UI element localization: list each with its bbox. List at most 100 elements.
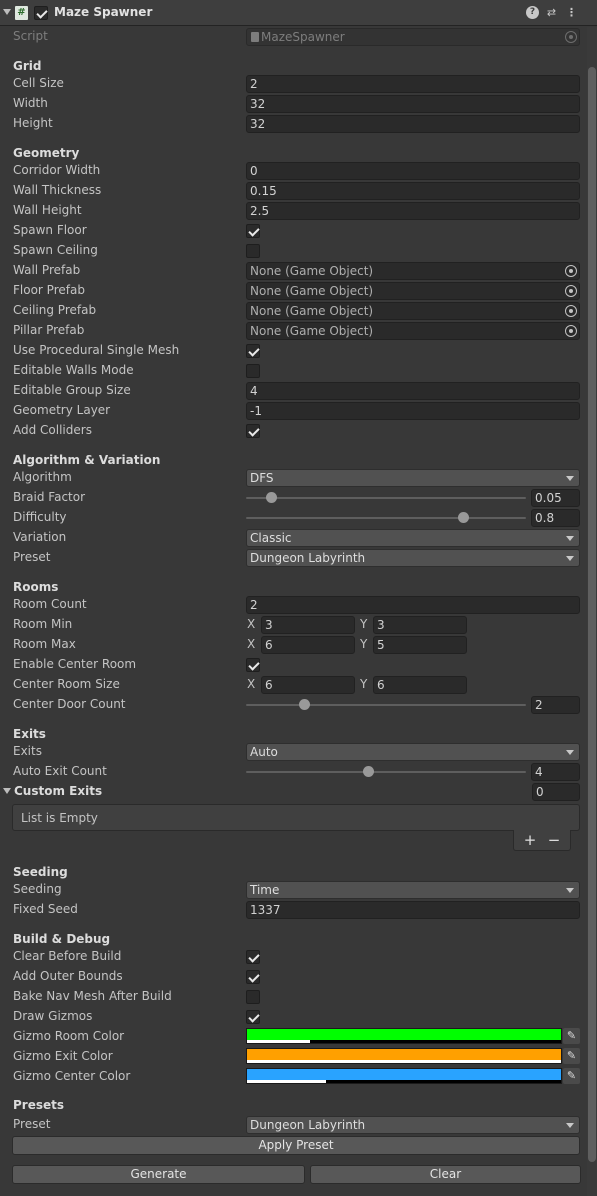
auto-exit-field[interactable]: 4	[531, 763, 580, 781]
room-count-field[interactable]: 2	[246, 596, 580, 614]
corridor-width-field[interactable]: 0	[246, 162, 580, 180]
presets-preset-dropdown[interactable]: Dungeon Labyrinth	[246, 1116, 580, 1134]
list-empty-text: List is Empty	[21, 811, 98, 825]
exits-dropdown[interactable]: Auto	[246, 743, 580, 761]
room-min-y-field[interactable]: 3	[373, 616, 467, 634]
editable-walls-checkbox[interactable]	[246, 364, 260, 378]
seeding-value: Time	[250, 883, 280, 897]
floor-prefab-row: Floor Prefab None (Game Object)	[0, 281, 590, 301]
enable-center-checkbox[interactable]	[246, 658, 260, 672]
spawn-ceiling-label: Spawn Ceiling	[13, 243, 98, 257]
cell-size-field[interactable]: 2	[246, 75, 580, 93]
seeding-row: Seeding Time	[0, 880, 590, 900]
algorithm-dropdown[interactable]: DFS	[246, 469, 580, 487]
add-icon[interactable]: +	[522, 831, 538, 849]
center-door-field[interactable]: 2	[531, 696, 580, 714]
fixed-seed-label: Fixed Seed	[13, 902, 78, 916]
exit-color-field[interactable]	[246, 1048, 562, 1064]
object-picker-icon[interactable]	[565, 265, 577, 277]
variation-dropdown[interactable]: Classic	[246, 529, 580, 547]
pillar-prefab-field[interactable]: None (Game Object)	[246, 322, 580, 340]
add-colliders-checkbox[interactable]	[246, 424, 260, 438]
room-count-label: Room Count	[13, 597, 87, 611]
dropdown-arrow-icon	[566, 536, 574, 541]
algorithm-row: Algorithm DFS	[0, 468, 590, 488]
spawn-ceiling-checkbox[interactable]	[246, 244, 260, 258]
eyedropper-icon[interactable]: ✎	[563, 1028, 580, 1044]
exits-label: Exits	[13, 744, 42, 758]
floor-prefab-field[interactable]: None (Game Object)	[246, 282, 580, 300]
apply-preset-button[interactable]: Apply Preset	[12, 1136, 580, 1155]
room-max-y-field[interactable]: 5	[373, 636, 467, 654]
component-header: # Maze Spawner ? ⇄ ⋮	[0, 0, 597, 26]
foldout-arrow-icon[interactable]	[3, 788, 11, 794]
generate-button[interactable]: Generate	[12, 1165, 305, 1184]
center-door-slider-track[interactable]	[246, 704, 526, 706]
center-color-field[interactable]	[246, 1068, 562, 1084]
script-field[interactable]: MazeSpawner	[246, 28, 580, 46]
clear-button[interactable]: Clear	[310, 1165, 581, 1184]
object-picker-icon[interactable]	[565, 285, 577, 297]
center-door-slider-thumb[interactable]	[299, 699, 311, 710]
object-picker-icon[interactable]	[565, 305, 577, 317]
presets-header: Presets	[13, 1098, 65, 1112]
draw-gizmos-checkbox[interactable]	[246, 1010, 260, 1024]
center-size-x-field[interactable]: 6	[261, 676, 355, 694]
room-color-field[interactable]	[246, 1028, 562, 1044]
presets-icon[interactable]: ⇄	[545, 6, 558, 19]
use-procedural-checkbox[interactable]	[246, 344, 260, 358]
wall-thickness-field[interactable]: 0.15	[246, 182, 580, 200]
room-min-x-field[interactable]: 3	[261, 616, 355, 634]
remove-icon[interactable]: −	[546, 831, 562, 849]
spawn-floor-checkbox[interactable]	[246, 224, 260, 238]
eyedropper-icon[interactable]: ✎	[563, 1068, 580, 1084]
object-picker-icon[interactable]	[565, 325, 577, 337]
help-icon[interactable]: ?	[526, 6, 539, 19]
height-field[interactable]: 32	[246, 115, 580, 133]
ceiling-prefab-row: Ceiling Prefab None (Game Object)	[0, 301, 590, 321]
exits-value: Auto	[250, 745, 278, 759]
clear-before-checkbox[interactable]	[246, 950, 260, 964]
difficulty-slider-thumb[interactable]	[457, 512, 469, 523]
add-outer-checkbox[interactable]	[246, 970, 260, 984]
custom-exits-label[interactable]: Custom Exits	[14, 784, 102, 798]
wall-prefab-field[interactable]: None (Game Object)	[246, 262, 580, 280]
custom-exits-row[interactable]: Custom Exits 0	[0, 782, 590, 802]
custom-exits-count-field[interactable]: 0	[532, 783, 580, 801]
fixed-seed-field[interactable]: 1337	[246, 901, 580, 919]
room-max-x-field[interactable]: 6	[261, 636, 355, 654]
dropdown-arrow-icon	[566, 556, 574, 561]
seeding-dropdown[interactable]: Time	[246, 881, 580, 899]
seeding-label: Seeding	[13, 882, 62, 896]
auto-exit-slider-track[interactable]	[246, 771, 526, 773]
center-color-label: Gizmo Center Color	[13, 1069, 131, 1083]
geometry-layer-field[interactable]: -1	[246, 402, 580, 420]
dropdown-arrow-icon	[566, 888, 574, 893]
width-field[interactable]: 32	[246, 95, 580, 113]
ceiling-prefab-field[interactable]: None (Game Object)	[246, 302, 580, 320]
difficulty-slider-track[interactable]	[246, 517, 526, 519]
bake-nav-checkbox[interactable]	[246, 990, 260, 1004]
difficulty-row: Difficulty 0.8	[0, 508, 590, 528]
difficulty-field[interactable]: 0.8	[531, 509, 580, 527]
center-size-y-field[interactable]: 6	[373, 676, 467, 694]
component-enabled-checkbox[interactable]	[34, 6, 48, 20]
bake-nav-label: Bake Nav Mesh After Build	[13, 989, 172, 1003]
auto-exit-slider-thumb[interactable]	[363, 766, 375, 777]
add-outer-row: Add Outer Bounds	[0, 967, 590, 987]
eyedropper-icon[interactable]: ✎	[563, 1048, 580, 1064]
braid-factor-field[interactable]: 0.05	[531, 489, 580, 507]
scrollbar-thumb[interactable]	[588, 67, 596, 1162]
foldout-arrow-icon[interactable]	[3, 9, 11, 15]
algorithm-preset-dropdown[interactable]: Dungeon Labyrinth	[246, 549, 580, 567]
script-value: MazeSpawner	[261, 30, 345, 44]
spawn-floor-label: Spawn Floor	[13, 223, 87, 237]
x-label: X	[247, 637, 256, 651]
wall-height-field[interactable]: 2.5	[246, 202, 580, 220]
braid-factor-slider-track[interactable]	[246, 497, 526, 499]
braid-factor-slider-thumb[interactable]	[265, 492, 277, 503]
editable-group-size-field[interactable]: 4	[246, 382, 580, 400]
object-picker-icon[interactable]	[565, 31, 577, 43]
kebab-menu-icon[interactable]: ⋮	[565, 6, 578, 19]
vertical-scrollbar[interactable]	[587, 27, 597, 1196]
